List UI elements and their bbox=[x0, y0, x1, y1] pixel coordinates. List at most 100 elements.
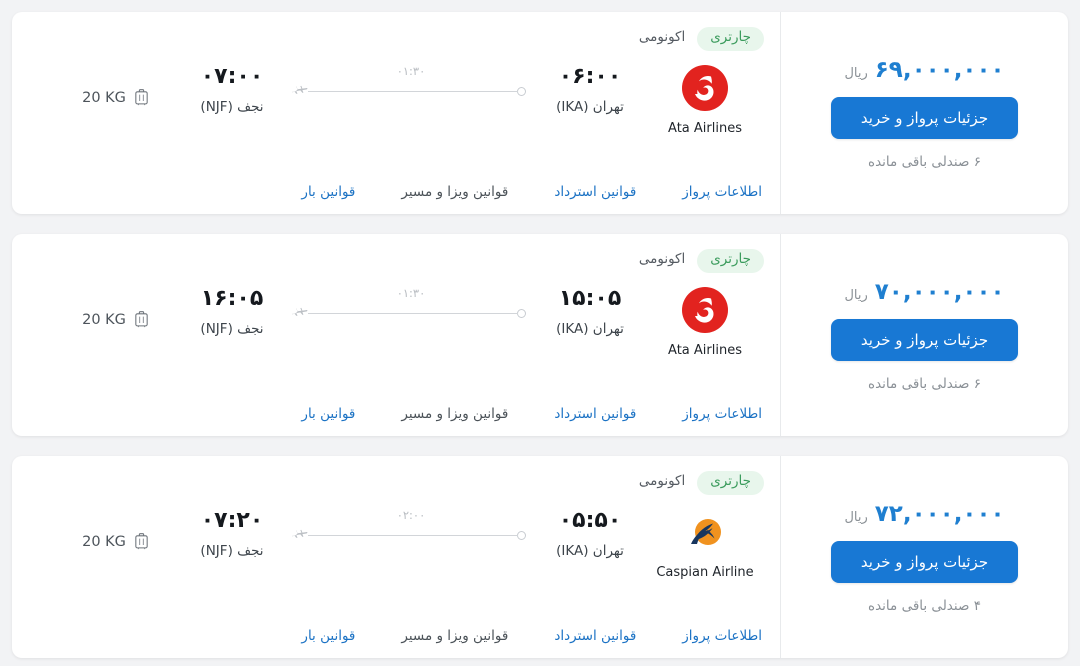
baggage-allowance: 20 KG bbox=[82, 89, 126, 106]
departure-airport: تهران (IKA) bbox=[556, 543, 624, 560]
suitcase-icon bbox=[135, 89, 148, 106]
baggage-rules-link[interactable]: قوانین بار bbox=[301, 628, 355, 644]
price-currency: ریال bbox=[844, 287, 868, 303]
flight-details-section: چارتری اکونومی Ata Airlines ۱۵:۰۵ تهران … bbox=[12, 234, 780, 436]
seats-remaining: ۶ صندلی باقی مانده bbox=[868, 153, 981, 170]
flight-summary-row: Ata Airlines ۰۶:۰۰ تهران (IKA) ۰۱:۳۰ ۰۷:… bbox=[28, 60, 764, 184]
route-connector bbox=[308, 90, 518, 92]
status-badge-charter: چارتری bbox=[697, 249, 764, 273]
price-row: ۷۲,۰۰۰,۰۰۰ ریال bbox=[844, 501, 1004, 527]
flight-details-section: چارتری اکونومی Caspian Airline ۰۵:۵۰ تهر… bbox=[12, 456, 780, 658]
flight-summary-row: Caspian Airline ۰۵:۵۰ تهران (IKA) ۰۲:۰۰ bbox=[28, 504, 764, 628]
visa-route-rules-link[interactable]: قوانین ویزا و مسیر bbox=[401, 406, 508, 422]
flight-card[interactable]: چارتری اکونومی Ata Airlines ۰۶:۰۰ تهران … bbox=[12, 12, 1068, 214]
arrival-airport: نجف (NJF) bbox=[200, 543, 264, 560]
arrival-endpoint: ۰۷:۰۰ نجف (NJF) bbox=[176, 64, 288, 115]
airline-block: Ata Airlines bbox=[646, 60, 764, 136]
flight-duration: ۰۱:۳۰ bbox=[396, 286, 426, 300]
departure-airport: تهران (IKA) bbox=[556, 321, 624, 338]
price-row: ۶۹,۰۰۰,۰۰۰ ریال bbox=[844, 57, 1004, 83]
flight-info-link[interactable]: اطلاعات پرواز bbox=[682, 628, 762, 644]
price-amount: ۷۰,۰۰۰,۰۰۰ bbox=[874, 278, 1005, 305]
baggage-block: 20 KG bbox=[56, 60, 176, 107]
price-currency: ریال bbox=[844, 65, 868, 81]
route-connector bbox=[308, 312, 518, 314]
departure-endpoint: ۱۵:۰۵ تهران (IKA) bbox=[534, 286, 646, 337]
cabin-class-label: اکونومی bbox=[638, 473, 686, 490]
departure-time: ۰۵:۵۰ bbox=[558, 508, 622, 533]
flight-card[interactable]: چارتری اکونومی Ata Airlines ۱۵:۰۵ تهران … bbox=[12, 234, 1068, 436]
airline-block: Ata Airlines bbox=[646, 282, 764, 358]
flight-info-link[interactable]: اطلاعات پرواز bbox=[682, 184, 762, 200]
route-line-graphic bbox=[291, 85, 526, 96]
airplane-icon bbox=[291, 307, 308, 316]
arrival-airport: نجف (NJF) bbox=[200, 99, 264, 116]
status-badge-charter: چارتری bbox=[697, 27, 764, 51]
price-section: ۷۰,۰۰۰,۰۰۰ ریال جزئیات پرواز و خرید ۶ صن… bbox=[780, 234, 1068, 436]
departure-endpoint: ۰۶:۰۰ تهران (IKA) bbox=[534, 64, 646, 115]
airline-name: Caspian Airline bbox=[656, 565, 754, 580]
baggage-block: 20 KG bbox=[56, 504, 176, 551]
refund-rules-link[interactable]: قوانین استرداد bbox=[554, 184, 636, 200]
arrival-airport: نجف (NJF) bbox=[200, 321, 264, 338]
arrival-endpoint: ۰۷:۲۰ نجف (NJF) bbox=[176, 508, 288, 559]
suitcase-icon bbox=[135, 533, 148, 550]
baggage-block: 20 KG bbox=[56, 282, 176, 329]
seats-remaining: ۴ صندلی باقی مانده bbox=[868, 597, 981, 614]
caspian-airline-logo-icon bbox=[682, 509, 728, 555]
baggage-rules-link[interactable]: قوانین بار bbox=[301, 184, 355, 200]
price-row: ۷۰,۰۰۰,۰۰۰ ریال bbox=[844, 279, 1004, 305]
cabin-class-label: اکونومی bbox=[638, 251, 686, 268]
visa-route-rules-link[interactable]: قوانین ویزا و مسیر bbox=[401, 628, 508, 644]
flight-info-link[interactable]: اطلاعات پرواز bbox=[682, 406, 762, 422]
baggage-rules-link[interactable]: قوانین بار bbox=[301, 406, 355, 422]
route-line: ۰۱:۳۰ bbox=[290, 286, 532, 330]
baggage-allowance: 20 KG bbox=[82, 311, 126, 328]
route-line-graphic bbox=[291, 529, 526, 540]
flight-card[interactable]: چارتری اکونومی Caspian Airline ۰۵:۵۰ تهر… bbox=[12, 456, 1068, 658]
ata-airlines-logo-icon bbox=[682, 287, 728, 333]
price-amount: ۶۹,۰۰۰,۰۰۰ bbox=[874, 56, 1005, 83]
airline-block: Caspian Airline bbox=[646, 504, 764, 580]
flight-badges: چارتری اکونومی bbox=[28, 470, 764, 496]
origin-dot-icon bbox=[517, 86, 526, 96]
airplane-icon bbox=[291, 85, 308, 94]
route-line: ۰۲:۰۰ bbox=[290, 508, 532, 552]
departure-time: ۱۵:۰۵ bbox=[558, 286, 622, 311]
flight-badges: چارتری اکونومی bbox=[28, 248, 764, 274]
route-block: ۰۵:۵۰ تهران (IKA) ۰۲:۰۰ ۰۷:۲۰ نجف (NJF) bbox=[176, 504, 646, 559]
origin-dot-icon bbox=[517, 530, 526, 540]
flight-links-row: اطلاعات پرواز قوانین استرداد قوانین ویزا… bbox=[28, 628, 764, 658]
departure-endpoint: ۰۵:۵۰ تهران (IKA) bbox=[534, 508, 646, 559]
refund-rules-link[interactable]: قوانین استرداد bbox=[554, 628, 636, 644]
status-badge-charter: چارتری bbox=[697, 471, 764, 495]
price-section: ۶۹,۰۰۰,۰۰۰ ریال جزئیات پرواز و خرید ۶ صن… bbox=[780, 12, 1068, 214]
buy-button[interactable]: جزئیات پرواز و خرید bbox=[830, 96, 1019, 139]
seats-remaining: ۶ صندلی باقی مانده bbox=[868, 375, 981, 392]
refund-rules-link[interactable]: قوانین استرداد bbox=[554, 406, 636, 422]
route-block: ۱۵:۰۵ تهران (IKA) ۰۱:۳۰ ۱۶:۰۵ نجف (NJF) bbox=[176, 282, 646, 337]
airline-name: Ata Airlines bbox=[668, 121, 742, 136]
cabin-class-label: اکونومی bbox=[638, 29, 686, 46]
airplane-icon bbox=[291, 529, 308, 538]
price-amount: ۷۲,۰۰۰,۰۰۰ bbox=[874, 500, 1005, 527]
departure-time: ۰۶:۰۰ bbox=[558, 64, 622, 89]
flight-links-row: اطلاعات پرواز قوانین استرداد قوانین ویزا… bbox=[28, 184, 764, 214]
arrival-time: ۰۷:۰۰ bbox=[200, 64, 264, 89]
price-currency: ریال bbox=[844, 509, 868, 525]
route-connector bbox=[308, 534, 518, 536]
departure-airport: تهران (IKA) bbox=[556, 99, 624, 116]
route-line-graphic bbox=[291, 307, 526, 318]
route-line: ۰۱:۳۰ bbox=[290, 64, 532, 108]
buy-button[interactable]: جزئیات پرواز و خرید bbox=[830, 540, 1019, 583]
buy-button[interactable]: جزئیات پرواز و خرید bbox=[830, 318, 1019, 361]
flight-details-section: چارتری اکونومی Ata Airlines ۰۶:۰۰ تهران … bbox=[12, 12, 780, 214]
ata-airlines-logo-icon bbox=[682, 65, 728, 111]
arrival-endpoint: ۱۶:۰۵ نجف (NJF) bbox=[176, 286, 288, 337]
flight-links-row: اطلاعات پرواز قوانین استرداد قوانین ویزا… bbox=[28, 406, 764, 436]
arrival-time: ۱۶:۰۵ bbox=[200, 286, 264, 311]
visa-route-rules-link[interactable]: قوانین ویزا و مسیر bbox=[401, 184, 508, 200]
price-section: ۷۲,۰۰۰,۰۰۰ ریال جزئیات پرواز و خرید ۴ صن… bbox=[780, 456, 1068, 658]
flight-duration: ۰۱:۳۰ bbox=[396, 64, 426, 78]
airline-name: Ata Airlines bbox=[668, 343, 742, 358]
